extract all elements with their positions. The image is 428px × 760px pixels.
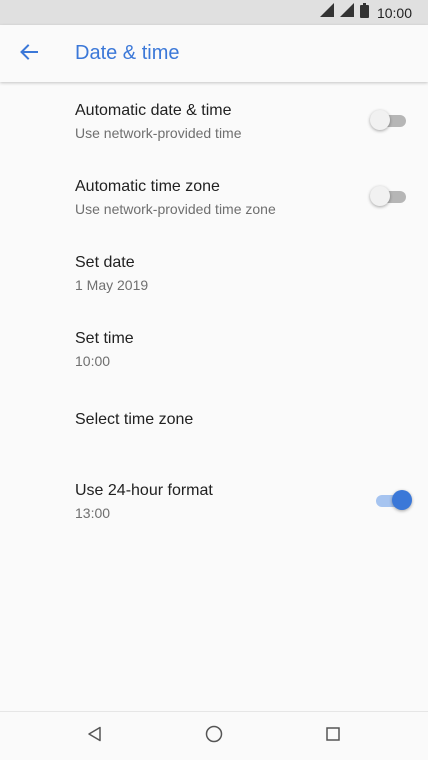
page-title: Date & time: [75, 42, 180, 64]
status-bar: 10:00: [0, 0, 428, 25]
setting-automatic-date-time[interactable]: Automatic date & time Use network-provid…: [0, 82, 428, 158]
setting-use-24-hour-format[interactable]: Use 24-hour format 13:00: [0, 462, 428, 538]
setting-title: Select time zone: [75, 411, 194, 428]
arrow-left-icon: [20, 43, 38, 65]
setting-automatic-time-zone[interactable]: Automatic time zone Use network-provided…: [0, 158, 428, 234]
navigation-bar: [0, 711, 428, 760]
setting-title: Set date: [75, 254, 135, 271]
switch-thumb: [370, 186, 390, 206]
automatic-date-time-switch[interactable]: [370, 110, 408, 130]
back-triangle-icon: [87, 726, 103, 747]
setting-select-time-zone[interactable]: Select time zone: [0, 386, 428, 462]
setting-title: Use 24-hour format: [75, 482, 213, 499]
setting-subtitle: Use network-provided time zone: [75, 201, 276, 217]
setting-set-time[interactable]: Set time 10:00: [0, 310, 428, 386]
nav-back-button[interactable]: [83, 724, 107, 748]
automatic-time-zone-switch[interactable]: [370, 186, 408, 206]
signal-icon: [319, 3, 334, 22]
recents-square-icon: [325, 726, 341, 747]
back-button[interactable]: [14, 39, 44, 69]
setting-subtitle: 10:00: [75, 353, 111, 369]
status-time: 10:00: [376, 4, 412, 21]
setting-set-date[interactable]: Set date 1 May 2019: [0, 234, 428, 310]
setting-title: Set time: [75, 330, 134, 347]
battery-icon: [359, 2, 369, 23]
nav-recents-button[interactable]: [321, 724, 345, 748]
app-bar: Date & time: [0, 25, 428, 82]
use-24-hour-format-switch[interactable]: [372, 490, 412, 510]
signal-icon: [339, 3, 354, 22]
setting-subtitle: 1 May 2019: [75, 277, 149, 293]
screen: 10:00 Date & time Automatic date & time …: [0, 0, 428, 760]
nav-home-button[interactable]: [202, 724, 226, 748]
switch-thumb: [392, 490, 412, 510]
setting-subtitle: 13:00: [75, 505, 111, 521]
settings-list: Automatic date & time Use network-provid…: [0, 82, 428, 538]
switch-thumb: [370, 110, 390, 130]
setting-title: Automatic time zone: [75, 178, 220, 195]
setting-subtitle: Use network-provided time: [75, 125, 242, 141]
setting-title: Automatic date & time: [75, 102, 232, 119]
home-circle-icon: [205, 725, 223, 748]
